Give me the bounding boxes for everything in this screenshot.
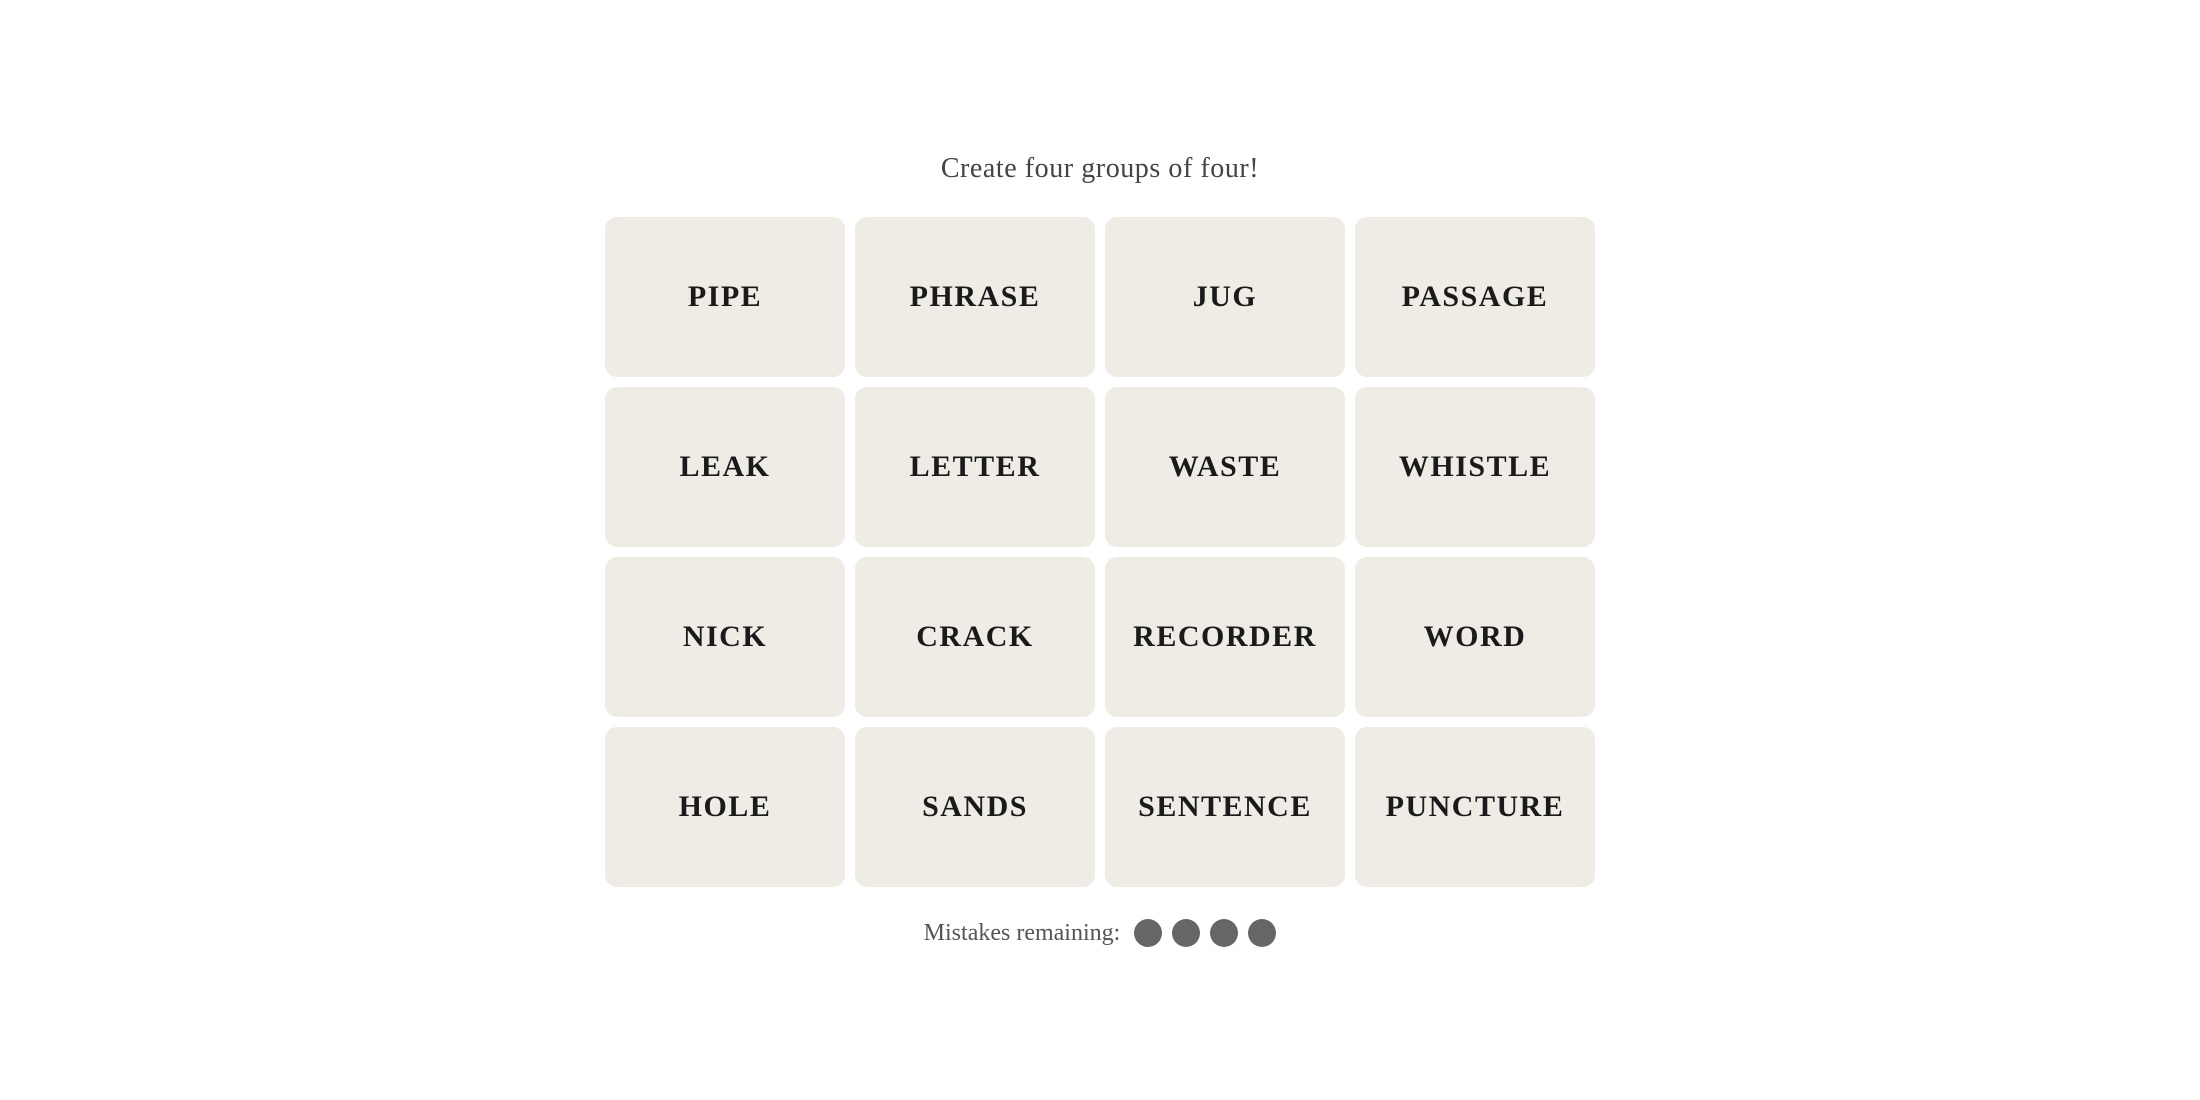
mistake-dot-0	[1134, 919, 1162, 947]
tile-nick[interactable]: NICK	[605, 557, 845, 717]
mistakes-row: Mistakes remaining:	[924, 919, 1277, 947]
mistake-dot-3	[1248, 919, 1276, 947]
tile-label: SANDS	[922, 790, 1028, 824]
mistake-dot-2	[1210, 919, 1238, 947]
tile-phrase[interactable]: PHRASE	[855, 217, 1095, 377]
tile-label: WORD	[1424, 620, 1527, 654]
tile-crack[interactable]: CRACK	[855, 557, 1095, 717]
tile-puncture[interactable]: PUNCTURE	[1355, 727, 1595, 887]
tile-leak[interactable]: LEAK	[605, 387, 845, 547]
tile-label: CRACK	[916, 620, 1034, 654]
mistakes-label: Mistakes remaining:	[924, 920, 1121, 947]
tile-pipe[interactable]: PIPE	[605, 217, 845, 377]
tile-sentence[interactable]: SENTENCE	[1105, 727, 1345, 887]
tile-label: PHRASE	[910, 280, 1041, 314]
tile-label: PUNCTURE	[1386, 790, 1565, 824]
tile-label: SENTENCE	[1138, 790, 1312, 824]
tile-jug[interactable]: JUG	[1105, 217, 1345, 377]
tile-whistle[interactable]: WHISTLE	[1355, 387, 1595, 547]
tile-hole[interactable]: HOLE	[605, 727, 845, 887]
tile-letter[interactable]: LETTER	[855, 387, 1095, 547]
tile-label: PASSAGE	[1402, 280, 1549, 314]
tile-label: LETTER	[910, 450, 1041, 484]
tile-label: PIPE	[688, 280, 762, 314]
tile-waste[interactable]: WASTE	[1105, 387, 1345, 547]
tile-grid: PIPE PHRASE JUG PASSAGE LEAK LETTER WASTE WHIST…	[605, 217, 1595, 887]
game-subtitle: Create four groups of four!	[941, 153, 1259, 185]
tile-passage[interactable]: PASSAGE	[1355, 217, 1595, 377]
tile-label: WASTE	[1169, 450, 1282, 484]
tile-label: WHISTLE	[1399, 450, 1551, 484]
tile-label: NICK	[683, 620, 767, 654]
game-container: Create four groups of four! PIPE PHRASE JU…	[565, 113, 1635, 987]
mistakes-dots	[1134, 919, 1276, 947]
tile-sands[interactable]: SANDS	[855, 727, 1095, 887]
mistake-dot-1	[1172, 919, 1200, 947]
tile-label: LEAK	[679, 450, 770, 484]
tile-word[interactable]: WORD	[1355, 557, 1595, 717]
tile-label: RECORDER	[1133, 620, 1317, 654]
tile-label: JUG	[1193, 280, 1258, 314]
tile-recorder[interactable]: RECORDER	[1105, 557, 1345, 717]
tile-label: HOLE	[679, 790, 772, 824]
